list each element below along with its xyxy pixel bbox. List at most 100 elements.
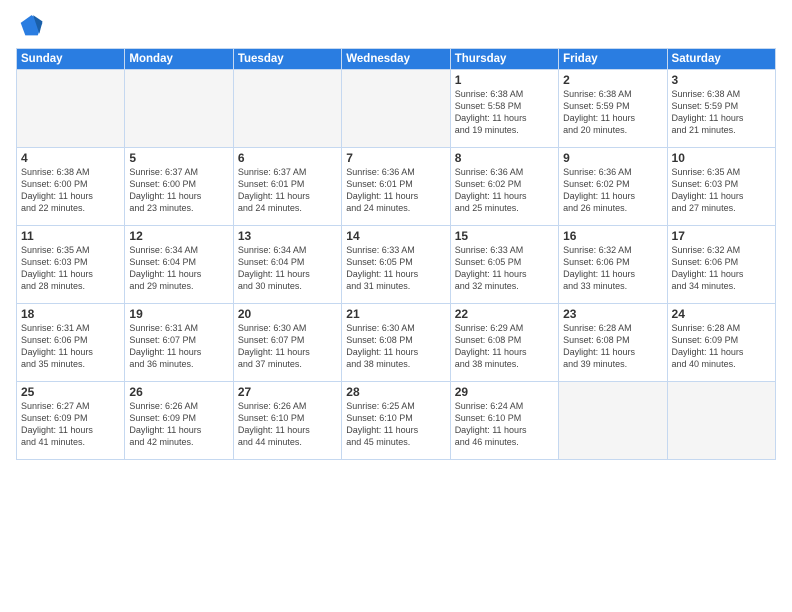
cell-details: Sunrise: 6:36 AM Sunset: 6:02 PM Dayligh… bbox=[563, 166, 662, 215]
calendar-cell bbox=[233, 70, 341, 148]
cell-details: Sunrise: 6:38 AM Sunset: 5:59 PM Dayligh… bbox=[563, 88, 662, 137]
calendar-cell: 11Sunrise: 6:35 AM Sunset: 6:03 PM Dayli… bbox=[17, 226, 125, 304]
cell-details: Sunrise: 6:38 AM Sunset: 5:59 PM Dayligh… bbox=[672, 88, 771, 137]
cell-details: Sunrise: 6:34 AM Sunset: 6:04 PM Dayligh… bbox=[238, 244, 337, 293]
calendar-cell: 3Sunrise: 6:38 AM Sunset: 5:59 PM Daylig… bbox=[667, 70, 775, 148]
day-number: 8 bbox=[455, 151, 554, 165]
cell-details: Sunrise: 6:25 AM Sunset: 6:10 PM Dayligh… bbox=[346, 400, 445, 449]
calendar-cell: 13Sunrise: 6:34 AM Sunset: 6:04 PM Dayli… bbox=[233, 226, 341, 304]
calendar-cell: 24Sunrise: 6:28 AM Sunset: 6:09 PM Dayli… bbox=[667, 304, 775, 382]
cell-details: Sunrise: 6:29 AM Sunset: 6:08 PM Dayligh… bbox=[455, 322, 554, 371]
cell-details: Sunrise: 6:35 AM Sunset: 6:03 PM Dayligh… bbox=[21, 244, 120, 293]
cell-details: Sunrise: 6:38 AM Sunset: 5:58 PM Dayligh… bbox=[455, 88, 554, 137]
day-number: 9 bbox=[563, 151, 662, 165]
weekday-header: Monday bbox=[125, 49, 233, 70]
calendar-cell: 15Sunrise: 6:33 AM Sunset: 6:05 PM Dayli… bbox=[450, 226, 558, 304]
calendar-cell: 23Sunrise: 6:28 AM Sunset: 6:08 PM Dayli… bbox=[559, 304, 667, 382]
day-number: 17 bbox=[672, 229, 771, 243]
calendar-week-row: 18Sunrise: 6:31 AM Sunset: 6:06 PM Dayli… bbox=[17, 304, 776, 382]
calendar-cell: 2Sunrise: 6:38 AM Sunset: 5:59 PM Daylig… bbox=[559, 70, 667, 148]
cell-details: Sunrise: 6:37 AM Sunset: 6:01 PM Dayligh… bbox=[238, 166, 337, 215]
calendar-week-row: 25Sunrise: 6:27 AM Sunset: 6:09 PM Dayli… bbox=[17, 382, 776, 460]
day-number: 23 bbox=[563, 307, 662, 321]
cell-details: Sunrise: 6:33 AM Sunset: 6:05 PM Dayligh… bbox=[455, 244, 554, 293]
calendar-week-row: 4Sunrise: 6:38 AM Sunset: 6:00 PM Daylig… bbox=[17, 148, 776, 226]
calendar-cell: 27Sunrise: 6:26 AM Sunset: 6:10 PM Dayli… bbox=[233, 382, 341, 460]
calendar-table: SundayMondayTuesdayWednesdayThursdayFrid… bbox=[16, 48, 776, 460]
weekday-header: Friday bbox=[559, 49, 667, 70]
cell-details: Sunrise: 6:30 AM Sunset: 6:08 PM Dayligh… bbox=[346, 322, 445, 371]
calendar-cell: 6Sunrise: 6:37 AM Sunset: 6:01 PM Daylig… bbox=[233, 148, 341, 226]
day-number: 10 bbox=[672, 151, 771, 165]
weekday-header: Wednesday bbox=[342, 49, 450, 70]
day-number: 6 bbox=[238, 151, 337, 165]
calendar-cell: 9Sunrise: 6:36 AM Sunset: 6:02 PM Daylig… bbox=[559, 148, 667, 226]
calendar-cell: 18Sunrise: 6:31 AM Sunset: 6:06 PM Dayli… bbox=[17, 304, 125, 382]
calendar-cell: 4Sunrise: 6:38 AM Sunset: 6:00 PM Daylig… bbox=[17, 148, 125, 226]
calendar-cell: 25Sunrise: 6:27 AM Sunset: 6:09 PM Dayli… bbox=[17, 382, 125, 460]
cell-details: Sunrise: 6:28 AM Sunset: 6:08 PM Dayligh… bbox=[563, 322, 662, 371]
cell-details: Sunrise: 6:27 AM Sunset: 6:09 PM Dayligh… bbox=[21, 400, 120, 449]
day-number: 20 bbox=[238, 307, 337, 321]
calendar-cell bbox=[559, 382, 667, 460]
calendar-cell: 12Sunrise: 6:34 AM Sunset: 6:04 PM Dayli… bbox=[125, 226, 233, 304]
calendar-cell: 28Sunrise: 6:25 AM Sunset: 6:10 PM Dayli… bbox=[342, 382, 450, 460]
weekday-header: Tuesday bbox=[233, 49, 341, 70]
cell-details: Sunrise: 6:36 AM Sunset: 6:02 PM Dayligh… bbox=[455, 166, 554, 215]
calendar-cell: 20Sunrise: 6:30 AM Sunset: 6:07 PM Dayli… bbox=[233, 304, 341, 382]
cell-details: Sunrise: 6:38 AM Sunset: 6:00 PM Dayligh… bbox=[21, 166, 120, 215]
calendar-cell: 16Sunrise: 6:32 AM Sunset: 6:06 PM Dayli… bbox=[559, 226, 667, 304]
cell-details: Sunrise: 6:30 AM Sunset: 6:07 PM Dayligh… bbox=[238, 322, 337, 371]
calendar-cell bbox=[342, 70, 450, 148]
day-number: 3 bbox=[672, 73, 771, 87]
cell-details: Sunrise: 6:35 AM Sunset: 6:03 PM Dayligh… bbox=[672, 166, 771, 215]
day-number: 25 bbox=[21, 385, 120, 399]
cell-details: Sunrise: 6:28 AM Sunset: 6:09 PM Dayligh… bbox=[672, 322, 771, 371]
calendar-cell bbox=[125, 70, 233, 148]
weekday-header: Sunday bbox=[17, 49, 125, 70]
header bbox=[16, 12, 776, 40]
cell-details: Sunrise: 6:37 AM Sunset: 6:00 PM Dayligh… bbox=[129, 166, 228, 215]
day-number: 18 bbox=[21, 307, 120, 321]
day-number: 7 bbox=[346, 151, 445, 165]
weekday-header: Saturday bbox=[667, 49, 775, 70]
cell-details: Sunrise: 6:36 AM Sunset: 6:01 PM Dayligh… bbox=[346, 166, 445, 215]
cell-details: Sunrise: 6:31 AM Sunset: 6:07 PM Dayligh… bbox=[129, 322, 228, 371]
day-number: 15 bbox=[455, 229, 554, 243]
day-number: 2 bbox=[563, 73, 662, 87]
day-number: 11 bbox=[21, 229, 120, 243]
day-number: 13 bbox=[238, 229, 337, 243]
calendar-cell: 10Sunrise: 6:35 AM Sunset: 6:03 PM Dayli… bbox=[667, 148, 775, 226]
cell-details: Sunrise: 6:26 AM Sunset: 6:09 PM Dayligh… bbox=[129, 400, 228, 449]
cell-details: Sunrise: 6:24 AM Sunset: 6:10 PM Dayligh… bbox=[455, 400, 554, 449]
logo-icon bbox=[16, 12, 44, 40]
cell-details: Sunrise: 6:26 AM Sunset: 6:10 PM Dayligh… bbox=[238, 400, 337, 449]
day-number: 29 bbox=[455, 385, 554, 399]
day-number: 12 bbox=[129, 229, 228, 243]
day-number: 21 bbox=[346, 307, 445, 321]
cell-details: Sunrise: 6:33 AM Sunset: 6:05 PM Dayligh… bbox=[346, 244, 445, 293]
page-container: SundayMondayTuesdayWednesdayThursdayFrid… bbox=[0, 0, 792, 612]
day-number: 28 bbox=[346, 385, 445, 399]
calendar-week-row: 11Sunrise: 6:35 AM Sunset: 6:03 PM Dayli… bbox=[17, 226, 776, 304]
day-number: 5 bbox=[129, 151, 228, 165]
day-number: 22 bbox=[455, 307, 554, 321]
cell-details: Sunrise: 6:34 AM Sunset: 6:04 PM Dayligh… bbox=[129, 244, 228, 293]
day-number: 1 bbox=[455, 73, 554, 87]
calendar-cell: 5Sunrise: 6:37 AM Sunset: 6:00 PM Daylig… bbox=[125, 148, 233, 226]
calendar-cell: 14Sunrise: 6:33 AM Sunset: 6:05 PM Dayli… bbox=[342, 226, 450, 304]
calendar-cell: 19Sunrise: 6:31 AM Sunset: 6:07 PM Dayli… bbox=[125, 304, 233, 382]
day-number: 16 bbox=[563, 229, 662, 243]
cell-details: Sunrise: 6:32 AM Sunset: 6:06 PM Dayligh… bbox=[672, 244, 771, 293]
day-number: 14 bbox=[346, 229, 445, 243]
day-number: 19 bbox=[129, 307, 228, 321]
day-number: 27 bbox=[238, 385, 337, 399]
weekday-header-row: SundayMondayTuesdayWednesdayThursdayFrid… bbox=[17, 49, 776, 70]
weekday-header: Thursday bbox=[450, 49, 558, 70]
cell-details: Sunrise: 6:32 AM Sunset: 6:06 PM Dayligh… bbox=[563, 244, 662, 293]
day-number: 4 bbox=[21, 151, 120, 165]
calendar-cell: 29Sunrise: 6:24 AM Sunset: 6:10 PM Dayli… bbox=[450, 382, 558, 460]
calendar-cell: 21Sunrise: 6:30 AM Sunset: 6:08 PM Dayli… bbox=[342, 304, 450, 382]
logo bbox=[16, 12, 48, 40]
day-number: 26 bbox=[129, 385, 228, 399]
